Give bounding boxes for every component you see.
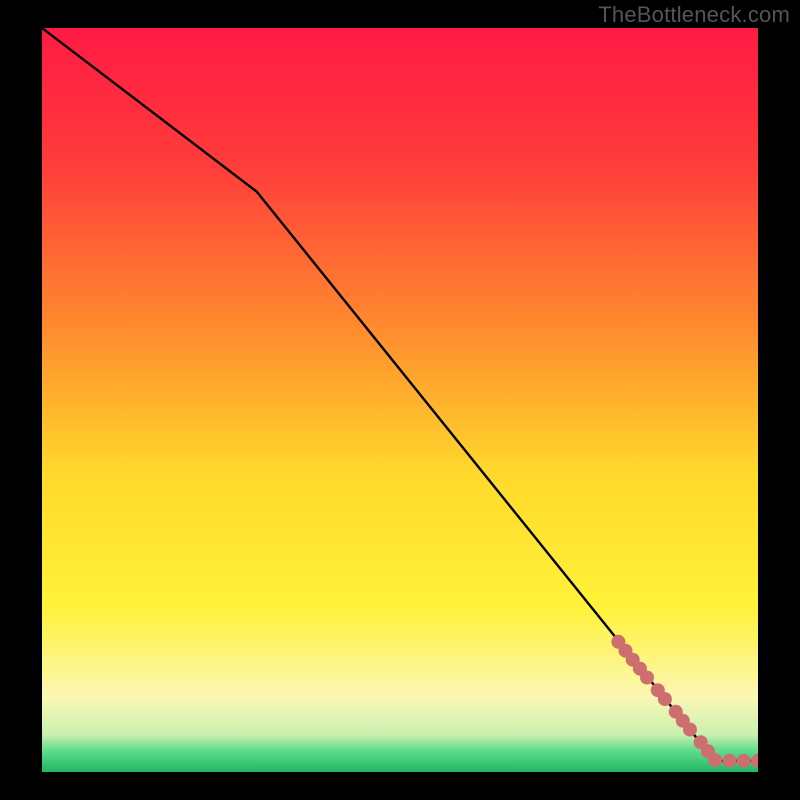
chart-svg bbox=[42, 28, 758, 772]
watermark-text: TheBottleneck.com bbox=[598, 2, 790, 28]
data-point bbox=[737, 754, 751, 768]
data-point bbox=[658, 692, 672, 706]
data-point bbox=[708, 753, 722, 767]
gradient-background bbox=[42, 28, 758, 772]
data-point bbox=[640, 671, 654, 685]
data-point bbox=[683, 723, 697, 737]
plot-area bbox=[42, 28, 758, 772]
chart-frame: TheBottleneck.com bbox=[0, 0, 800, 800]
data-point bbox=[722, 754, 736, 768]
